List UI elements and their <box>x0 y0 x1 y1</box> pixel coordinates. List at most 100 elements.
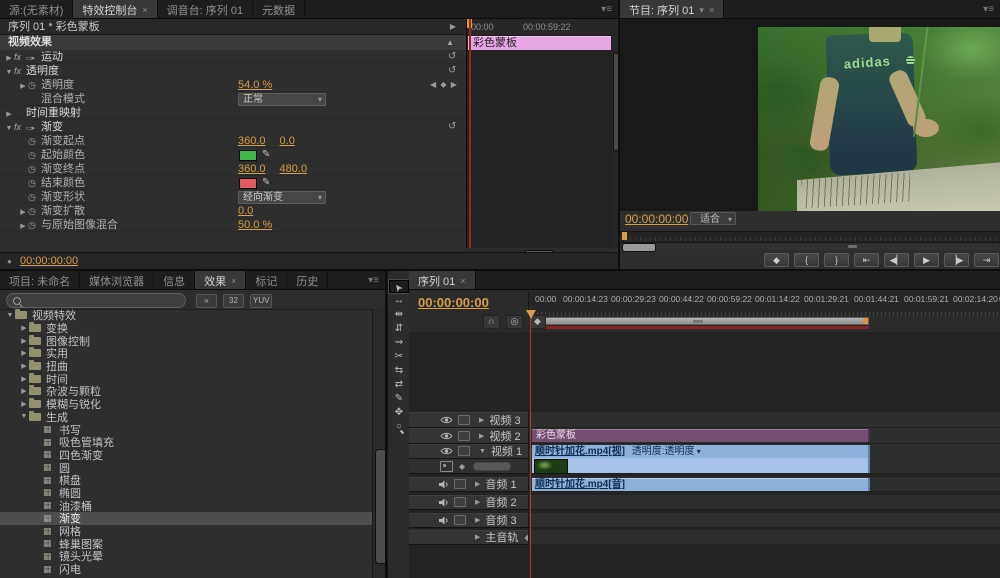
effect-row[interactable]: ▼fx▭▸渐变 ↺ <box>0 120 466 134</box>
twirl-icon[interactable]: ▼ <box>479 448 486 455</box>
twirl-icon[interactable]: ▶ <box>19 400 29 408</box>
panel-tab[interactable]: 历史 <box>287 271 328 289</box>
track-select-tool[interactable]: ↔ <box>389 294 409 307</box>
sync-lock-icon[interactable] <box>458 415 470 425</box>
rolling-edit-tool[interactable]: ⇵ <box>389 322 409 335</box>
step-back-button[interactable]: ◀▏ <box>884 253 909 267</box>
track-header-master[interactable]: ▶ 主音轨 ◆ <box>409 530 528 545</box>
eyedropper-icon[interactable]: ✎ <box>262 148 270 162</box>
fx-badge-icon[interactable]: fx <box>14 64 26 78</box>
effect-controls-scrollbar[interactable] <box>612 19 618 249</box>
scrollbar-thumb[interactable] <box>622 243 656 252</box>
selection-tool[interactable]: ➤ <box>389 280 409 293</box>
effects-tree-row[interactable]: ▼ 生成 <box>0 411 373 424</box>
panel-tab[interactable]: 源:(无素材) <box>0 0 73 18</box>
effect-row[interactable]: ◷渐变终点 360.0480.0 <box>0 162 466 176</box>
param-value[interactable]: 54.0 % <box>238 78 272 92</box>
reset-icon[interactable]: ↺ <box>448 64 456 78</box>
effects-tree-row[interactable]: 书写 <box>0 423 373 436</box>
track-header-audio3[interactable]: ▶ 音频 3 <box>409 513 528 528</box>
stopwatch-icon[interactable]: ◷ <box>28 134 41 148</box>
program-timecode[interactable]: 00:00:00:00 <box>625 212 688 226</box>
toggle-track-output-icon[interactable] <box>440 447 453 455</box>
color-swatch[interactable] <box>239 150 257 161</box>
effect-row[interactable]: 混合模式 正常 <box>0 92 466 106</box>
zoom-level-dropdown[interactable]: 适合 <box>690 212 736 225</box>
panel-tab[interactable]: 元数据 <box>253 0 305 18</box>
effect-controls-timecode[interactable]: 00:00:00:00 <box>20 255 78 267</box>
track-lane-master[interactable] <box>528 530 1000 545</box>
go-to-out-button[interactable]: ⇥ <box>974 253 999 267</box>
panel-menu-icon[interactable]: ▾≡ <box>595 4 618 15</box>
track-header-video3[interactable]: ▶ 视频 3 <box>409 412 528 428</box>
track-header-video1[interactable]: ▼ 视频 1 <box>409 444 528 459</box>
panel-tab[interactable]: 项目: 未命名 <box>0 271 80 289</box>
toggle-track-audio-icon[interactable] <box>438 498 449 507</box>
effects-tree-row[interactable]: 蜂巢图案 <box>0 537 373 550</box>
sync-lock-icon[interactable] <box>454 479 466 489</box>
twirl-icon[interactable]: ▶ <box>19 337 29 345</box>
timeline-ruler[interactable]: 00:0000:00:14:2300:00:29:2300:00:44:2200… <box>528 291 1000 317</box>
param-value[interactable]: 360.0 <box>238 134 266 148</box>
clip-effect-badge[interactable]: 透明度:透明度 <box>632 446 701 457</box>
panel-tab[interactable]: 特效控制台 × <box>73 0 157 18</box>
twirl-icon[interactable]: ▶ <box>479 432 484 440</box>
scrollbar-thumb[interactable] <box>375 449 385 564</box>
twirl-icon[interactable]: ▶ <box>475 480 480 488</box>
ripple-edit-tool[interactable]: ⇹ <box>389 308 409 321</box>
clip-video1[interactable]: 顺时针加花.mp4[视] 透明度:透明度 <box>532 445 870 473</box>
yuv-filter[interactable]: YUV <box>250 294 272 308</box>
program-tab[interactable]: 节目: 序列 01 ▾ × <box>620 0 724 18</box>
track-header-audio1[interactable]: ▶ 音频 1 <box>409 477 528 492</box>
stopwatch-icon[interactable]: ◷ <box>28 148 41 162</box>
stopwatch-icon[interactable]: ◷ <box>28 176 41 190</box>
effect-row[interactable]: ▼fx透明度 ↺ <box>0 64 466 78</box>
sync-lock-icon[interactable] <box>458 446 470 456</box>
close-icon[interactable]: × <box>231 276 236 286</box>
panel-menu-icon[interactable]: ▾≡ <box>362 275 385 286</box>
chevron-down-icon[interactable]: ▾ <box>699 5 704 16</box>
effects-tree-scrollbar[interactable] <box>372 309 385 578</box>
bit32-filter[interactable]: 32 <box>223 294 244 308</box>
effects-tree-row[interactable]: 网格 <box>0 525 373 538</box>
effects-tree-row[interactable]: 椭圆 <box>0 487 373 500</box>
track-options-slider[interactable] <box>473 462 511 471</box>
twirl-icon[interactable]: ▶ <box>19 349 29 357</box>
effects-tree-row[interactable]: 棋盘 <box>0 474 373 487</box>
effects-tree-row[interactable]: 吸色管填充 <box>0 436 373 449</box>
mini-timeline-clip[interactable]: 彩色蒙板 <box>468 36 611 50</box>
play-button[interactable]: ▶ <box>914 253 939 267</box>
param-dropdown[interactable]: 正常 <box>238 93 326 106</box>
close-icon[interactable]: × <box>142 5 147 15</box>
work-area-grip[interactable] <box>693 320 703 323</box>
program-mini-ruler[interactable] <box>620 231 1000 243</box>
stopwatch-icon[interactable]: ◷ <box>28 190 41 204</box>
effect-controls-mini-timeline[interactable]: 00:00 00:00:59:22 彩色蒙板 <box>466 19 613 248</box>
toggle-track-output-icon[interactable] <box>440 416 453 424</box>
collapse-icon[interactable]: ▲ <box>446 35 454 50</box>
effect-row[interactable]: ▶◷渐变扩散 0.0 <box>0 204 466 218</box>
effect-row[interactable]: ◷结束颜色 ✎ <box>0 176 466 190</box>
stopwatch-icon[interactable]: ◷ <box>28 78 41 92</box>
zoom-tool[interactable]: ○ <box>389 420 409 433</box>
sync-lock-icon[interactable] <box>454 515 466 525</box>
stopwatch-icon[interactable]: ◷ <box>28 218 41 232</box>
program-playhead[interactable] <box>622 232 627 240</box>
effects-tree-row[interactable]: 圆 <box>0 461 373 474</box>
playhead-line[interactable] <box>530 318 531 578</box>
twirl-icon[interactable]: ▶ <box>18 220 28 234</box>
fx-badge-icon[interactable]: fx <box>14 50 26 64</box>
mark-in-button[interactable]: { <box>794 253 819 267</box>
param-value[interactable]: 0.0 <box>238 204 253 218</box>
twirl-icon[interactable]: ▶ <box>19 375 29 383</box>
show-keyframes-icon[interactable]: ◆ <box>459 462 465 471</box>
mini-timeline-ruler[interactable]: 00:00 00:00:59:22 <box>467 19 613 36</box>
track-header-video1-options[interactable]: ◆ <box>409 459 528 474</box>
param-value[interactable]: 50.0 % <box>238 218 272 232</box>
effect-row[interactable]: ▶◷与原始图像混合 50.0 % <box>0 218 466 232</box>
timeline-timecode[interactable]: 00:00:00:00 <box>418 295 489 310</box>
sync-lock-icon[interactable] <box>458 431 470 441</box>
toggle-track-audio-icon[interactable] <box>438 516 449 525</box>
twirl-icon[interactable]: ▶ <box>475 533 480 541</box>
track-lane-video1[interactable]: 顺时针加花.mp4[视] 透明度:透明度 <box>528 444 1000 474</box>
